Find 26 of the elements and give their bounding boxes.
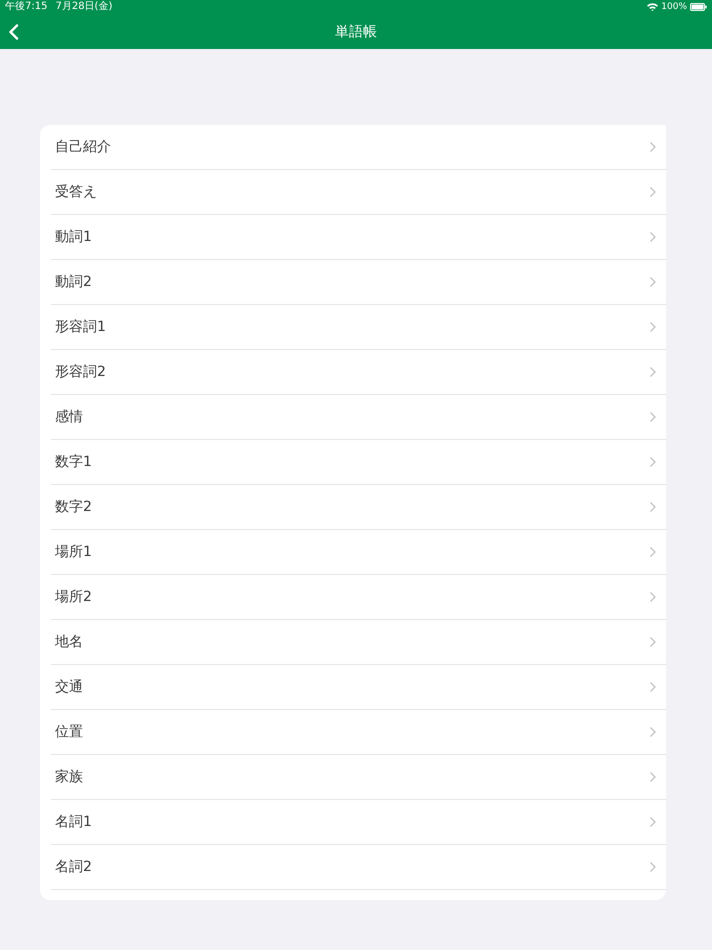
back-icon (8, 24, 20, 40)
chevron-icon (650, 367, 656, 377)
chevron-icon (650, 817, 656, 827)
wifi-icon (647, 3, 658, 11)
chevron-icon (650, 862, 656, 872)
chevron-icon (650, 457, 656, 467)
chevron-icon (650, 232, 656, 242)
chevron-icon (650, 592, 656, 602)
chevron-icon (650, 637, 656, 647)
chevron-icon (650, 727, 656, 737)
back-button[interactable] (8, 24, 20, 40)
battery-icon (690, 3, 707, 11)
status-time: 午後7:15 (5, 0, 48, 14)
chevron-icon (650, 502, 656, 512)
chevron-icon (650, 682, 656, 692)
chevron-icon (650, 772, 656, 782)
chevron-icon (650, 187, 656, 197)
chevron-icon (650, 142, 656, 152)
list-row[interactable]: 自己紹介 (51, 125, 666, 170)
nav-title: 単語帳 (335, 22, 377, 40)
chevron-icon (650, 547, 656, 557)
chevron-icon (650, 412, 656, 422)
chevron-icon (650, 322, 656, 332)
battery-percentage: 100% (661, 1, 687, 14)
status-date: 7月28日(金) (55, 0, 112, 14)
chevron-icon (650, 277, 656, 287)
